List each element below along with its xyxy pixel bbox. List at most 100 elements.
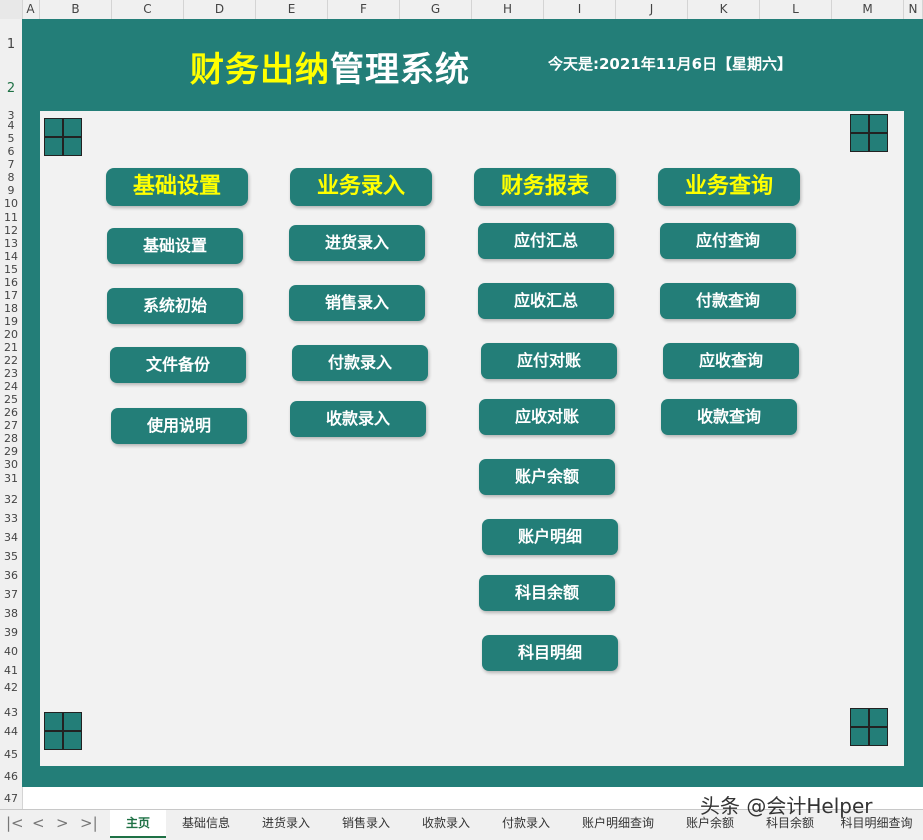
column-header[interactable]: A xyxy=(22,0,40,19)
column-header[interactable]: D xyxy=(184,0,256,19)
row-header[interactable]: 20 xyxy=(0,329,22,341)
column-header[interactable]: C xyxy=(112,0,184,19)
row-header[interactable]: 22 xyxy=(0,355,22,367)
row-header[interactable]: 9 xyxy=(0,185,22,197)
row-header[interactable]: 17 xyxy=(0,290,22,302)
payment-entry-button[interactable]: 付款录入 xyxy=(292,345,428,381)
row-header[interactable]: 31 xyxy=(0,473,22,485)
first-sheet-icon[interactable]: |< xyxy=(6,814,24,832)
group-header-basic-settings[interactable]: 基础设置 xyxy=(106,168,248,206)
sheet-tab[interactable]: 账户明细查询 xyxy=(566,810,670,838)
row-header[interactable]: 14 xyxy=(0,251,22,263)
row-header[interactable]: 15 xyxy=(0,264,22,276)
sheet-tab[interactable]: 进货录入 xyxy=(246,810,326,838)
row-header[interactable]: 19 xyxy=(0,316,22,328)
row-header[interactable]: 37 xyxy=(0,589,22,601)
row-header[interactable]: 4 xyxy=(0,120,22,132)
receivable-summary-button[interactable]: 应收汇总 xyxy=(478,283,614,319)
column-header[interactable]: F xyxy=(328,0,400,19)
column-header[interactable]: J xyxy=(616,0,688,19)
column-header[interactable]: H xyxy=(472,0,544,19)
grid-decoration-icon xyxy=(44,712,82,750)
purchase-entry-button[interactable]: 进货录入 xyxy=(289,225,425,261)
column-header[interactable]: L xyxy=(760,0,832,19)
subject-balance-button[interactable]: 科目余额 xyxy=(479,575,615,611)
row-header[interactable]: 45 xyxy=(0,749,22,761)
row-header[interactable]: 8 xyxy=(0,172,22,184)
row-header[interactable]: 26 xyxy=(0,407,22,419)
row-header[interactable]: 30 xyxy=(0,459,22,471)
row-header[interactable]: 21 xyxy=(0,342,22,354)
account-detail-button[interactable]: 账户明细 xyxy=(482,519,618,555)
receivable-reconcile-button[interactable]: 应收对账 xyxy=(479,399,615,435)
row-header[interactable]: 2 xyxy=(0,82,22,95)
row-header[interactable]: 39 xyxy=(0,627,22,639)
payable-query-button[interactable]: 应付查询 xyxy=(660,223,796,259)
row-header[interactable]: 16 xyxy=(0,277,22,289)
row-header[interactable]: 44 xyxy=(0,726,22,738)
row-header[interactable]: 28 xyxy=(0,433,22,445)
sheet-tab[interactable]: 基础信息 xyxy=(166,810,246,838)
payable-reconcile-button[interactable]: 应付对账 xyxy=(481,343,617,379)
row-header[interactable]: 1 xyxy=(0,38,22,51)
row-header[interactable]: 38 xyxy=(0,608,22,620)
row-header[interactable]: 13 xyxy=(0,238,22,250)
group-header-business-entry[interactable]: 业务录入 xyxy=(290,168,432,206)
basic-settings-button[interactable]: 基础设置 xyxy=(107,228,243,264)
row-header[interactable]: 24 xyxy=(0,381,22,393)
system-init-button[interactable]: 系统初始 xyxy=(107,288,243,324)
row-header[interactable]: 10 xyxy=(0,198,22,210)
row-header[interactable]: 34 xyxy=(0,532,22,544)
row-header[interactable]: 47 xyxy=(0,793,22,805)
sheet-tab[interactable]: 销售录入 xyxy=(326,810,406,838)
payable-summary-button[interactable]: 应付汇总 xyxy=(478,223,614,259)
row-header[interactable]: 12 xyxy=(0,225,22,237)
row-header[interactable]: 32 xyxy=(0,494,22,506)
grid-decoration-icon xyxy=(850,708,888,746)
grid-decoration-icon xyxy=(850,114,888,152)
row-header[interactable]: 18 xyxy=(0,303,22,315)
sheet-tab[interactable]: 收款录入 xyxy=(406,810,486,838)
row-header[interactable]: 25 xyxy=(0,394,22,406)
row-header[interactable]: 27 xyxy=(0,420,22,432)
receipt-query-button[interactable]: 收款查询 xyxy=(661,399,797,435)
row-header[interactable]: 5 xyxy=(0,133,22,145)
row-header[interactable]: 35 xyxy=(0,551,22,563)
row-header[interactable]: 41 xyxy=(0,665,22,677)
sheet-tab[interactable]: 付款录入 xyxy=(486,810,566,838)
prev-sheet-icon[interactable]: < xyxy=(32,814,45,832)
row-header[interactable]: 29 xyxy=(0,446,22,458)
subject-detail-button[interactable]: 科目明细 xyxy=(482,635,618,671)
group-header-financial-reports[interactable]: 财务报表 xyxy=(474,168,616,206)
account-balance-button[interactable]: 账户余额 xyxy=(479,459,615,495)
last-sheet-icon[interactable]: >| xyxy=(80,814,98,832)
column-header[interactable]: N xyxy=(904,0,923,19)
row-header[interactable]: 42 xyxy=(0,682,22,694)
row-header[interactable]: 36 xyxy=(0,570,22,582)
row-header[interactable]: 40 xyxy=(0,646,22,658)
row-header[interactable]: 43 xyxy=(0,707,22,719)
column-header[interactable]: K xyxy=(688,0,760,19)
row-header[interactable]: 11 xyxy=(0,212,22,224)
row-header[interactable]: 7 xyxy=(0,159,22,171)
sheet-tab-home[interactable]: 主页 xyxy=(110,810,166,838)
column-header[interactable]: B xyxy=(40,0,112,19)
payment-query-button[interactable]: 付款查询 xyxy=(660,283,796,319)
column-header[interactable]: E xyxy=(256,0,328,19)
next-sheet-icon[interactable]: > xyxy=(56,814,69,832)
column-header[interactable]: G xyxy=(400,0,472,19)
row-header[interactable]: 46 xyxy=(0,771,22,783)
receipt-entry-button[interactable]: 收款录入 xyxy=(290,401,426,437)
user-guide-button[interactable]: 使用说明 xyxy=(111,408,247,444)
row-header[interactable]: 23 xyxy=(0,368,22,380)
grid-decoration-icon xyxy=(44,118,82,156)
row-header[interactable]: 6 xyxy=(0,146,22,158)
column-header[interactable]: M xyxy=(832,0,904,19)
column-header[interactable]: I xyxy=(544,0,616,19)
sales-entry-button[interactable]: 销售录入 xyxy=(289,285,425,321)
receivable-query-button[interactable]: 应收查询 xyxy=(663,343,799,379)
file-backup-button[interactable]: 文件备份 xyxy=(110,347,246,383)
select-all-corner[interactable] xyxy=(0,0,23,19)
row-header[interactable]: 33 xyxy=(0,513,22,525)
group-header-business-query[interactable]: 业务查询 xyxy=(658,168,800,206)
